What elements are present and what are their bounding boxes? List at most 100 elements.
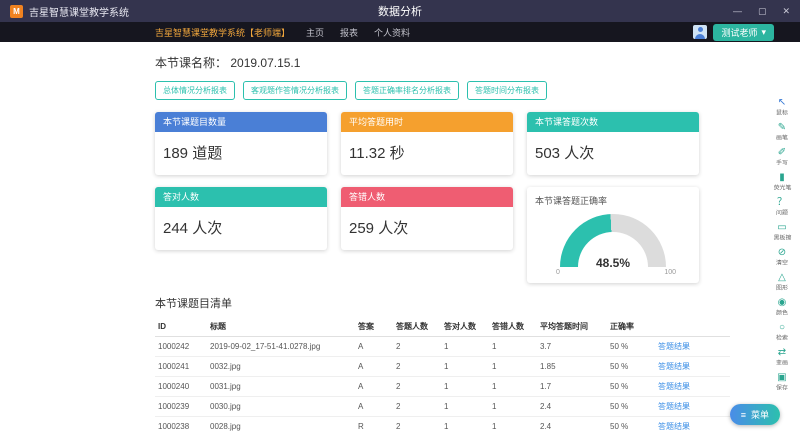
report-button[interactable]: 总体情况分析报表	[155, 81, 235, 100]
table-cell: 1	[441, 417, 489, 433]
table-cell: 2	[393, 377, 441, 397]
answer-result-link[interactable]: 答题结果	[658, 382, 690, 391]
tool-label: 清空	[776, 259, 788, 268]
table-cell: 0030.jpg	[207, 397, 355, 417]
table-cell: A	[355, 337, 393, 357]
table-cell: 1	[489, 377, 537, 397]
report-button[interactable]: 客观题作答情况分析报表	[243, 81, 347, 100]
table-cell: 50 %	[607, 357, 655, 377]
stat-card-value: 11.32 秒	[341, 132, 513, 175]
nav-item-profile[interactable]: 个人资料	[374, 26, 410, 39]
answer-result-link[interactable]: 答题结果	[658, 342, 690, 351]
table-row: 10002380028.jpgR2112.450 %答题结果	[155, 417, 730, 433]
switch-icon: ⇄	[778, 347, 786, 358]
answer-result-link[interactable]: 答题结果	[658, 422, 690, 431]
table-cell: 0032.jpg	[207, 357, 355, 377]
stat-card-value: 189 道题	[155, 132, 327, 175]
tool-label: 画笔	[776, 134, 788, 143]
gauge-max-label: 100	[664, 269, 676, 276]
table-cell: A	[355, 377, 393, 397]
answer-result-link[interactable]: 答题结果	[658, 362, 690, 371]
nav-item-home[interactable]: 主页	[306, 26, 324, 39]
user-menu-button[interactable]: 测试老师 ▾	[713, 24, 774, 41]
report-button[interactable]: 答题正确率排名分析报表	[355, 81, 459, 100]
tool-handwrite[interactable]: ✐手写	[766, 146, 798, 169]
question-list-title: 本节课题目清单	[155, 295, 730, 311]
table-cell: 2.4	[537, 397, 607, 417]
table-cell: 0031.jpg	[207, 377, 355, 397]
eraser-icon: ▭	[777, 222, 786, 233]
tool-highlighter[interactable]: ▮荧光笔	[766, 171, 798, 194]
table-header-cell: 平均答题时间	[537, 317, 607, 337]
tool-brush[interactable]: ✎画笔	[766, 121, 798, 144]
question-table: ID标题答案答题人数答对人数答错人数平均答题时间正确率 10002422019-…	[155, 317, 730, 433]
table-cell: 50 %	[607, 397, 655, 417]
color-icon: ◉	[778, 297, 787, 308]
table-row: 10002390030.jpgA2112.450 %答题结果	[155, 397, 730, 417]
tool-question[interactable]: ？问题	[766, 196, 798, 219]
menu-label: 菜单	[751, 408, 769, 421]
table-cell: 0028.jpg	[207, 417, 355, 433]
titlebar: M 吉星智慧课堂教学系统 数据分析 — ▢ ✕	[0, 0, 800, 22]
table-header-cell: 答对人数	[441, 317, 489, 337]
tool-color[interactable]: ◉颜色	[766, 296, 798, 319]
table-row: 10002422019-09-02_17-51-41.0278.jpgA2113…	[155, 337, 730, 357]
tool-label: 手写	[776, 159, 788, 168]
report-buttons: 总体情况分析报表客观题作答情况分析报表答题正确率排名分析报表答题时间分布报表	[155, 81, 730, 100]
tool-search[interactable]: ○检索	[766, 321, 798, 344]
table-header-cell: 正确率	[607, 317, 655, 337]
table-cell: 1	[489, 417, 537, 433]
table-cell: 1	[441, 377, 489, 397]
answer-result-link[interactable]: 答题结果	[658, 402, 690, 411]
stat-card-title: 答错人数	[341, 187, 513, 207]
search-icon: ○	[779, 322, 785, 333]
clear-icon: ⊘	[778, 247, 786, 258]
gauge-value: 48.5%	[560, 256, 666, 270]
close-icon[interactable]: ✕	[782, 0, 790, 22]
table-cell: A	[355, 397, 393, 417]
maximize-icon[interactable]: ▢	[758, 0, 767, 22]
stat-card-title: 答对人数	[155, 187, 327, 207]
table-cell: 1	[489, 337, 537, 357]
cards-row-2: 答对人数244 人次答错人数259 人次 本节课答题正确率 48.5% 0 10…	[155, 187, 730, 283]
table-cell: 1.7	[537, 377, 607, 397]
tool-shapes[interactable]: △图形	[766, 271, 798, 294]
lesson-label: 本节课名称：	[155, 56, 227, 70]
menu-icon: ≡	[741, 410, 746, 420]
table-body: 10002422019-09-02_17-51-41.0278.jpgA2113…	[155, 337, 730, 433]
table-cell: 50 %	[607, 377, 655, 397]
tool-eraser[interactable]: ▭黑板擦	[766, 221, 798, 244]
minimize-icon[interactable]: —	[733, 0, 742, 22]
report-button[interactable]: 答题时间分布报表	[467, 81, 547, 100]
tool-label: 荧光笔	[773, 184, 791, 193]
table-cell: 3.7	[537, 337, 607, 357]
question-icon: ？	[777, 197, 787, 208]
menu-button[interactable]: ≡ 菜单	[730, 404, 780, 425]
stat-card-title: 本节课题目数量	[155, 112, 327, 132]
table-cell: 2	[393, 337, 441, 357]
table-cell: 2	[393, 397, 441, 417]
table-row: 10002400031.jpgA2111.750 %答题结果	[155, 377, 730, 397]
stat-card-value: 244 人次	[155, 207, 327, 250]
stat-card: 本节课答题次数503 人次	[527, 112, 699, 175]
stat-card: 本节课题目数量189 道题	[155, 112, 327, 175]
table-cell: A	[355, 357, 393, 377]
tool-mouse[interactable]: ↖鼠标	[766, 96, 798, 119]
tool-label: 问题	[776, 209, 788, 218]
table-cell: 1000240	[155, 377, 207, 397]
table-cell: 1000241	[155, 357, 207, 377]
tool-label: 检索	[776, 334, 788, 343]
nav-item-reports[interactable]: 报表	[340, 26, 358, 39]
stat-card: 答错人数259 人次	[341, 187, 513, 250]
tool-switch[interactable]: ⇄变画	[766, 346, 798, 369]
tool-label: 保存	[776, 384, 788, 393]
tool-clear[interactable]: ⊘清空	[766, 246, 798, 269]
table-cell: 1	[441, 337, 489, 357]
tool-label: 鼠标	[776, 109, 788, 118]
side-toolbar: ↖鼠标✎画笔✐手写▮荧光笔？问题▭黑板擦⊘清空△图形◉颜色○检索⇄变画▣保存	[766, 96, 798, 394]
tool-save[interactable]: ▣保存	[766, 371, 798, 394]
table-cell: 1	[441, 357, 489, 377]
table-cell: 2	[393, 417, 441, 433]
stat-card: 答对人数244 人次	[155, 187, 327, 250]
stat-card-title: 平均答题用时	[341, 112, 513, 132]
